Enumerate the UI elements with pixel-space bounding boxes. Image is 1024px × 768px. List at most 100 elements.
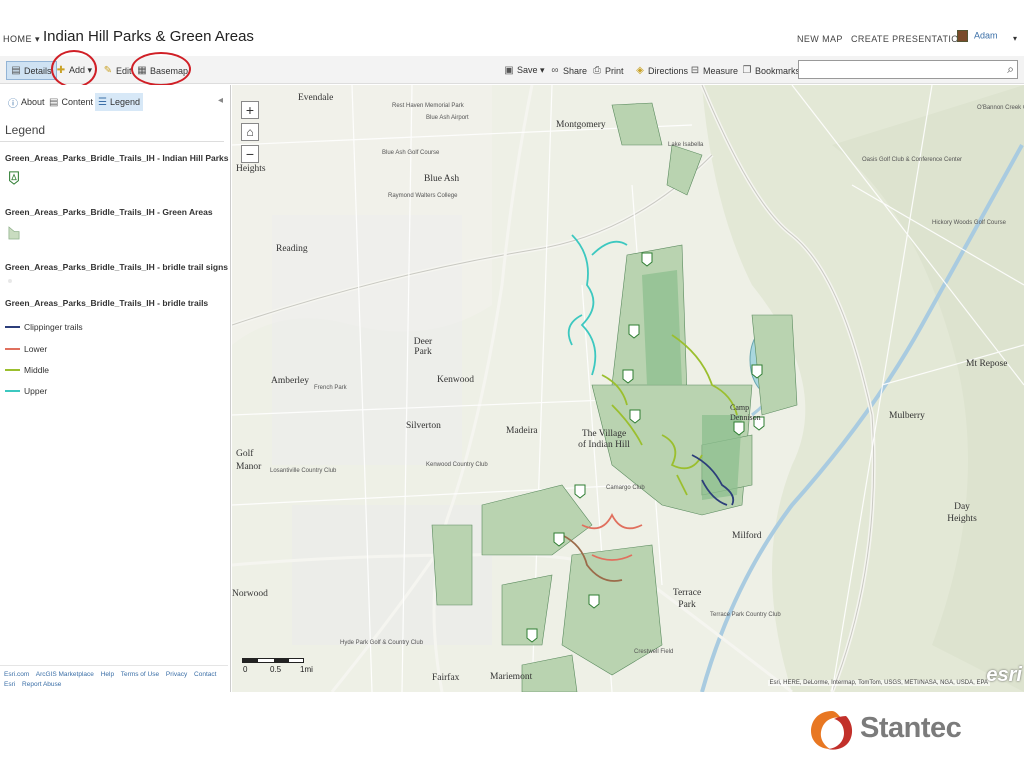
map-label: Milford: [732, 531, 762, 541]
stantec-swirl-icon: [811, 711, 853, 750]
print-label: Print: [605, 65, 624, 76]
map-label: Rest Haven Memorial Park: [392, 103, 464, 109]
user-name: Adam: [974, 30, 998, 41]
trail-label: Middle: [24, 365, 50, 375]
measure-button[interactable]: ⊟ Measure: [690, 61, 738, 80]
legend-layer-bridle-trails: Green_Areas_Parks_Bridle_Trails_IH - bri…: [5, 298, 209, 308]
new-map-link[interactable]: NEW MAP: [797, 34, 843, 44]
map-label: Deer Park: [413, 337, 433, 357]
collapse-panel-icon[interactable]: ◂: [218, 95, 223, 106]
map-label: Terrace Park: [672, 588, 702, 610]
search-icon[interactable]: ⌕: [1007, 62, 1014, 77]
map-label: Silverton: [406, 421, 441, 431]
save-icon: ▣: [504, 65, 514, 76]
map-label: Camp Dennison: [730, 403, 761, 422]
directions-label: Directions: [648, 65, 689, 76]
details-button[interactable]: ▤ Details: [6, 61, 57, 80]
tab-content-label: Content: [61, 97, 93, 107]
map-label: Kenwood: [437, 375, 474, 385]
map-label: Heights: [236, 164, 266, 174]
footer-link[interactable]: Terms of Use: [121, 671, 159, 678]
avatar: [957, 30, 968, 42]
panel-tabs: ⓘ About ▤ Content ☰ Legend ◂: [0, 93, 231, 111]
map-label: Hyde Park Golf & Country Club: [340, 640, 423, 646]
map-label: The Village of Indian Hill: [578, 429, 630, 450]
sign-point-icon: [8, 279, 12, 283]
edit-label: Edit: [116, 65, 132, 76]
footer-link[interactable]: Esri.com: [4, 671, 29, 678]
map-label: Madeira: [506, 426, 538, 436]
map-label: Golf Manor: [236, 449, 262, 472]
map-title: Indian Hill Parks & Green Areas: [43, 28, 254, 45]
map-label: Amberley: [271, 376, 309, 386]
legend-heading: Legend: [5, 123, 46, 137]
tab-legend[interactable]: ☰ Legend: [95, 93, 144, 111]
add-icon: ✚: [56, 65, 66, 76]
tab-content[interactable]: ▤ Content: [46, 93, 96, 111]
basemap-imagery: [232, 85, 1024, 692]
map-label: Camargo Club: [606, 485, 645, 491]
measure-label: Measure: [703, 65, 739, 76]
map-label: Evendale: [298, 93, 334, 103]
create-presentation-link[interactable]: CREATE PRESENTATION: [851, 34, 966, 44]
zoom-out-button[interactable]: −: [241, 145, 259, 163]
home-extent-button[interactable]: ⌂: [241, 123, 259, 141]
footer-link[interactable]: ArcGIS Marketplace: [36, 671, 94, 678]
map-label: French Park: [314, 385, 347, 391]
footer-link[interactable]: Help: [101, 671, 114, 678]
bookmarks-button[interactable]: ❐ Bookmarks: [742, 61, 801, 80]
tab-about[interactable]: ⓘ About: [5, 93, 48, 111]
map-label: Mulberry: [889, 411, 925, 421]
bookmarks-icon: ❐: [742, 65, 752, 76]
legend-trail-clippinger: Clippinger trails: [5, 321, 83, 333]
park-marker-icon: [9, 171, 19, 185]
map-label: O'Bannon Creek Golf Club: [977, 105, 1024, 111]
basemap-button[interactable]: ▦ Basemap: [137, 61, 188, 80]
map-label: Oasis Golf Club & Conference Center: [862, 157, 962, 163]
zoom-in-button[interactable]: +: [241, 101, 259, 119]
footer-link[interactable]: Privacy: [166, 671, 187, 678]
add-button[interactable]: ✚ Add ▾: [56, 61, 92, 80]
printer-icon: ⎙: [593, 65, 601, 76]
map-label: Crestwell Field: [634, 649, 674, 655]
map-label: Losantiville Country Club: [270, 468, 337, 474]
divider: [0, 141, 224, 142]
green-polygon-icon: [8, 226, 20, 240]
map-label: Norwood: [232, 589, 268, 599]
edit-button[interactable]: ✎ Edit: [103, 61, 132, 80]
map-label: Blue Ash Airport: [426, 115, 469, 121]
save-label: Save ▾: [517, 65, 545, 75]
print-button[interactable]: ⎙ Print: [592, 61, 624, 80]
scale-bar: [242, 658, 304, 663]
map-view[interactable]: Evendale Montgomery Blue Ash Reading Dee…: [232, 85, 1024, 692]
trail-swatch: [5, 326, 20, 328]
footer-link[interactable]: Report Abuse: [22, 681, 61, 688]
user-menu[interactable]: Adam: [957, 30, 998, 42]
legend-layer-parks: Green_Areas_Parks_Bridle_Trails_IH - Ind…: [5, 153, 229, 163]
save-button[interactable]: ▣ Save ▾: [504, 61, 545, 80]
user-caret-icon[interactable]: ▾: [1013, 34, 1017, 43]
content-icon: ▤: [49, 96, 59, 108]
trail-swatch: [5, 348, 20, 350]
map-label: Day Heights: [947, 502, 977, 524]
trail-label: Lower: [24, 344, 48, 354]
share-icon: ∞: [551, 65, 559, 76]
basemap-icon: ▦: [137, 65, 147, 76]
map-label: Reading: [276, 244, 308, 254]
directions-icon: ◈: [636, 65, 644, 76]
side-panel: ⓘ About ▤ Content ☰ Legend ◂ Legend Gree…: [0, 85, 231, 692]
map-attribution: Esri, HERE, DeLorme, Intermap, TomTom, U…: [767, 680, 990, 686]
pencil-icon: ✎: [103, 65, 113, 76]
details-label: Details: [24, 65, 52, 76]
search-input[interactable]: ⌕: [798, 60, 1018, 79]
footer-links: Esri.com ArcGIS Marketplace Help Terms o…: [4, 670, 226, 690]
share-button[interactable]: ∞ Share: [550, 61, 587, 80]
trail-swatch: [5, 369, 20, 371]
map-label: Hickory Woods Golf Course: [932, 220, 1006, 226]
directions-button[interactable]: ◈ Directions: [635, 61, 688, 80]
home-menu[interactable]: HOME ▾: [3, 34, 40, 45]
tab-about-label: About: [21, 97, 45, 107]
app-header: HOME ▾ Indian Hill Parks & Green Areas N…: [0, 24, 1024, 54]
bookmarks-label: Bookmarks: [755, 65, 801, 76]
legend-trail-lower: Lower: [5, 343, 47, 355]
